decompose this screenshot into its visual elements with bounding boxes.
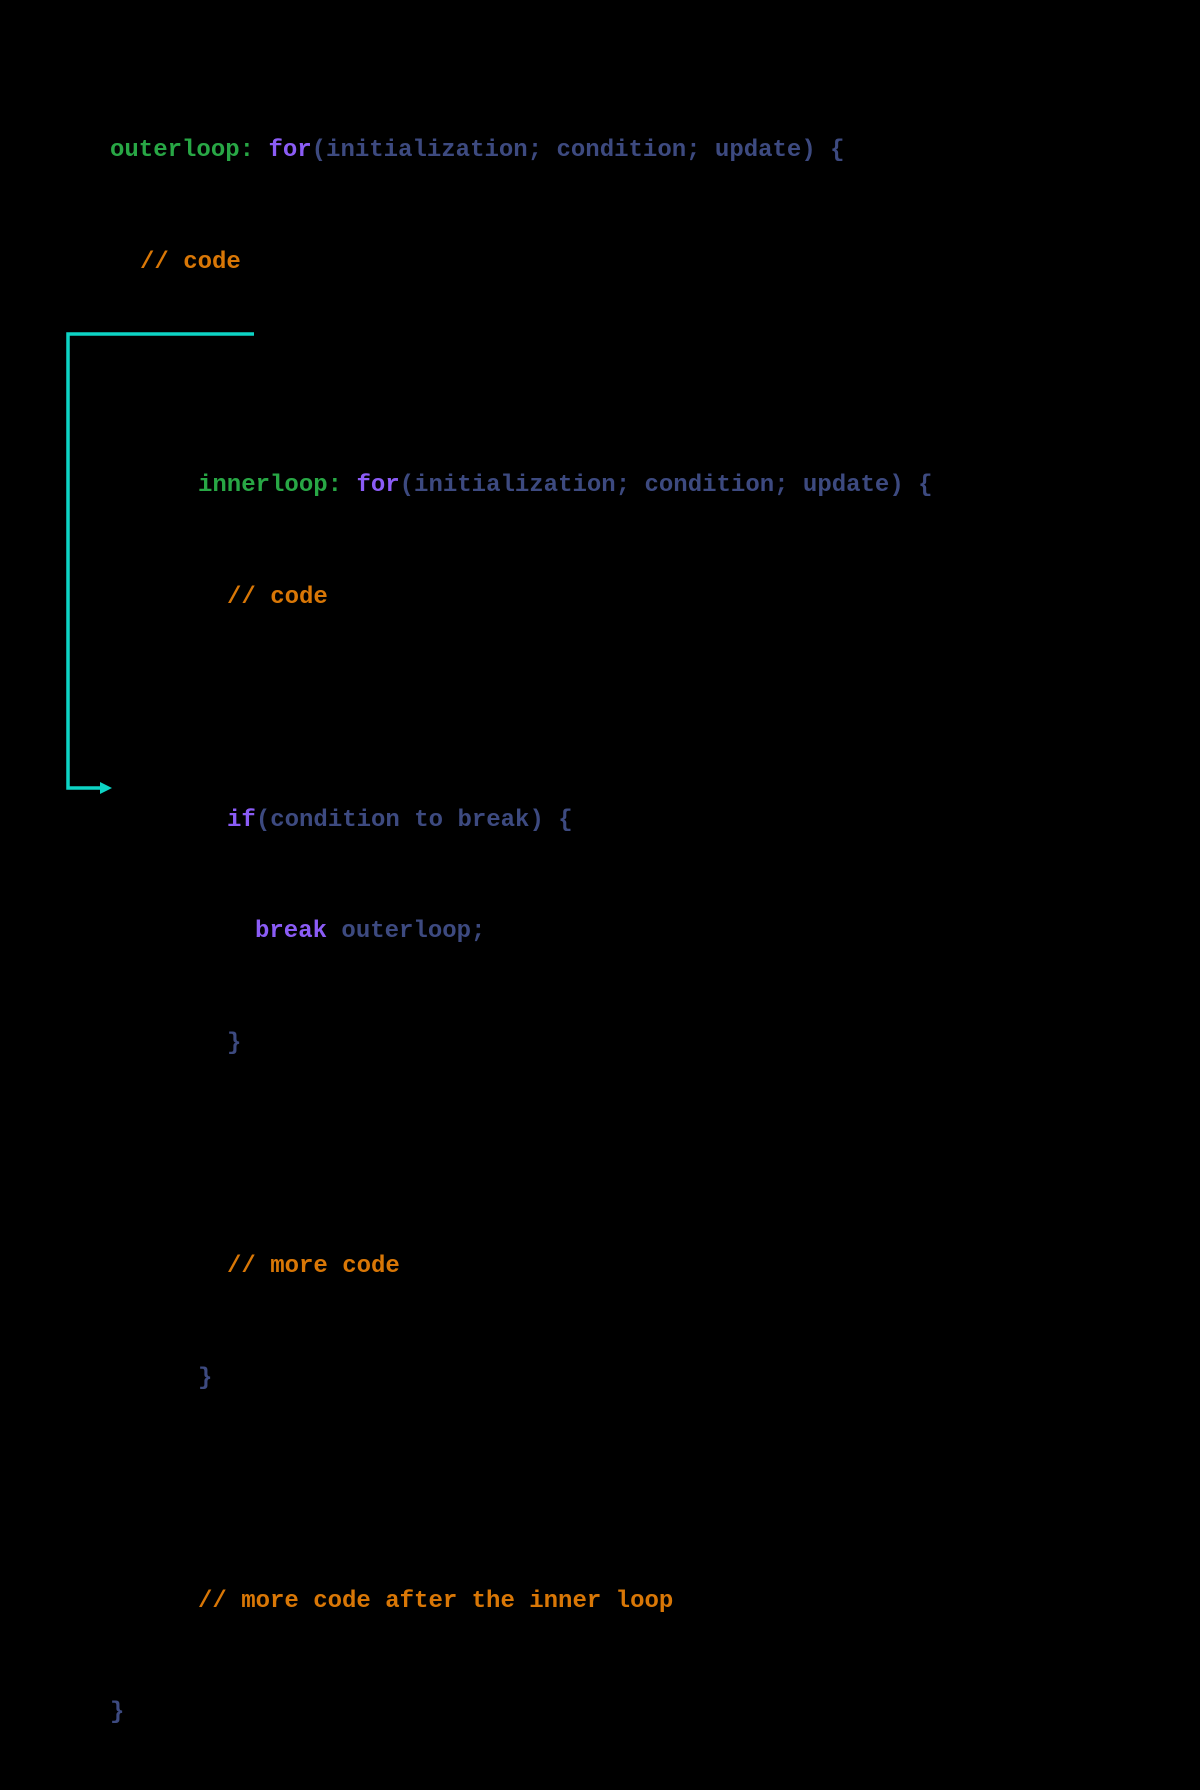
code-line-4: // code [110, 579, 933, 616]
label-outerloop: outerloop: [110, 137, 254, 164]
code-text: (initialization; condition; update) { [400, 472, 933, 499]
blank-line [110, 356, 933, 393]
code-line-1: outerloop: for(initialization; condition… [110, 132, 933, 169]
code-line-3: innerloop: for(initialization; condition… [110, 467, 933, 504]
code-line-2: // code [110, 244, 933, 281]
blank-line [110, 690, 933, 727]
keyword-for: for [356, 472, 399, 499]
comment: // more code after the inner loop [198, 1588, 673, 1615]
code-block: outerloop: for(initialization; condition… [110, 58, 933, 1790]
blank-line [110, 1136, 933, 1173]
comment: // code [140, 249, 241, 276]
close-brace: } [227, 1030, 241, 1057]
code-line-5: if(condition to break) { [110, 802, 933, 839]
code-line-8: // more code [110, 1248, 933, 1285]
code-line-7: } [110, 1025, 933, 1062]
code-line-9: } [110, 1360, 933, 1397]
code-line-11: } [110, 1694, 933, 1731]
code-line-10: // more code after the inner loop [110, 1583, 933, 1620]
comment: // more code [227, 1253, 400, 1280]
close-brace: } [110, 1699, 124, 1726]
code-text: outerloop; [327, 918, 485, 945]
code-line-6: break outerloop; [110, 913, 933, 950]
code-text: (condition to break) { [256, 807, 573, 834]
blank-line [110, 1471, 933, 1508]
close-brace: } [198, 1365, 212, 1392]
comment: // code [227, 584, 328, 611]
keyword-if: if [227, 807, 256, 834]
label-innerloop: innerloop: [198, 472, 342, 499]
code-text: (initialization; condition; update) { [312, 137, 845, 164]
keyword-for: for [268, 137, 311, 164]
keyword-break: break [255, 918, 327, 945]
